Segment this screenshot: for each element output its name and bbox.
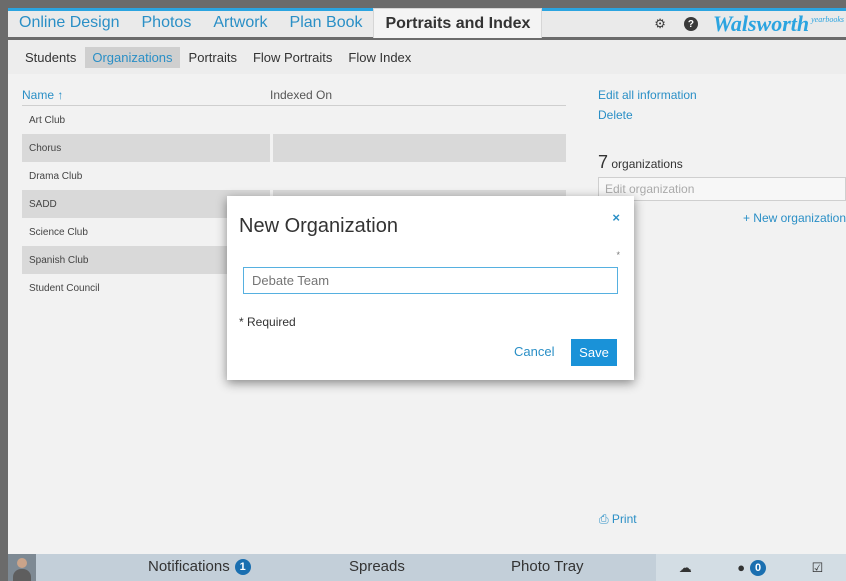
comment-icon: ● bbox=[737, 560, 746, 575]
photo-tray-tab[interactable]: Photo Tray bbox=[511, 558, 584, 575]
required-note: * Required bbox=[239, 315, 296, 329]
tasks-icon[interactable]: ☑ bbox=[812, 560, 824, 576]
close-icon[interactable]: × bbox=[612, 210, 620, 225]
cancel-button[interactable]: Cancel bbox=[514, 344, 554, 359]
new-organization-dialog: New Organization × * * Required Cancel S… bbox=[227, 196, 634, 380]
notifications-label: Notifications bbox=[148, 558, 230, 575]
avatar[interactable] bbox=[8, 554, 36, 581]
comments-button[interactable]: ● 0 bbox=[737, 559, 767, 576]
organization-name-input[interactable] bbox=[243, 267, 618, 294]
spreads-tab[interactable]: Spreads bbox=[349, 558, 405, 575]
notifications-badge: 1 bbox=[234, 558, 251, 575]
comments-badge: 0 bbox=[750, 559, 767, 576]
notifications-tab[interactable]: Notifications 1 bbox=[148, 558, 251, 575]
upload-icon[interactable]: ☁ bbox=[679, 560, 692, 576]
save-button[interactable]: Save bbox=[571, 339, 617, 366]
bottom-bar: Notifications 1 Spreads Photo Tray ☁ ● 0… bbox=[8, 554, 846, 581]
bottom-bar-actions: ☁ ● 0 ☑ bbox=[656, 554, 846, 581]
dialog-title: New Organization bbox=[239, 215, 398, 237]
required-marker: * bbox=[616, 250, 620, 260]
